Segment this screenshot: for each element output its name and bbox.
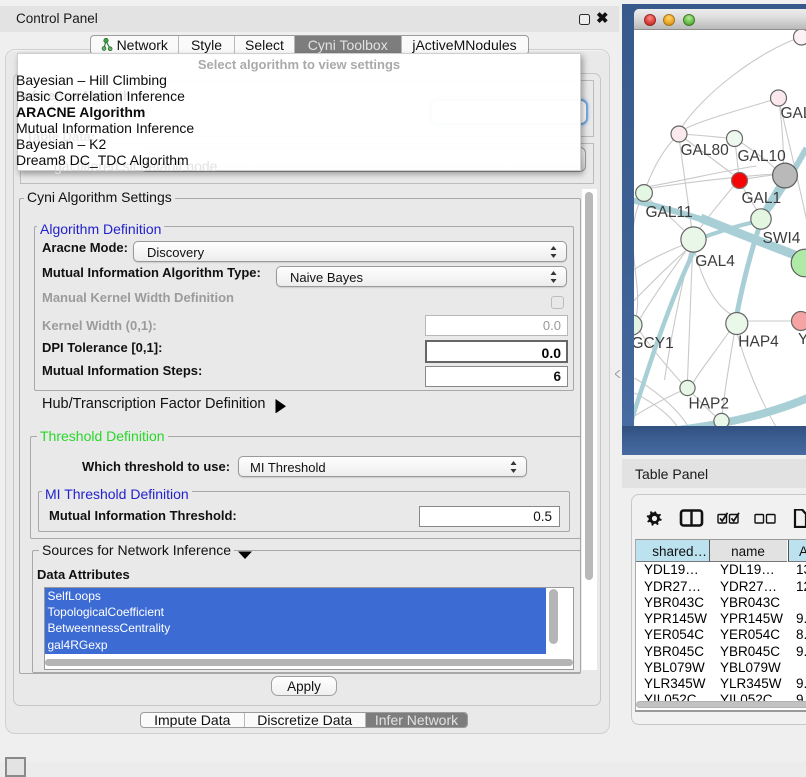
svg-text:GAL10: GAL10 bbox=[737, 148, 786, 165]
svg-text:HAP4: HAP4 bbox=[738, 333, 779, 350]
svg-text:GAL2: GAL2 bbox=[780, 105, 806, 122]
svg-text:GAL1: GAL1 bbox=[741, 190, 781, 207]
svg-text:GAL4: GAL4 bbox=[695, 253, 735, 270]
svg-text:SWI4: SWI4 bbox=[762, 230, 800, 247]
svg-text:Y: Y bbox=[798, 331, 806, 348]
svg-text:HAP2: HAP2 bbox=[688, 396, 729, 413]
svg-text:GCY1: GCY1 bbox=[634, 335, 674, 352]
svg-text:GAL80: GAL80 bbox=[680, 142, 729, 159]
svg-text:GAL11: GAL11 bbox=[645, 204, 692, 221]
